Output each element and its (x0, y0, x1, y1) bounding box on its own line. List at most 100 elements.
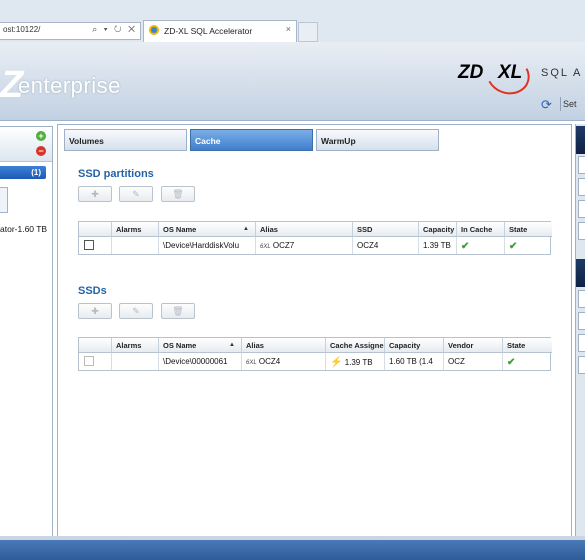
column-header-in-cache[interactable]: In Cache (457, 222, 505, 237)
right-panel-button[interactable] (578, 290, 585, 308)
ssd-edit-button[interactable]: ✎ (119, 303, 153, 319)
vendor-cell: OCZ (444, 353, 503, 370)
ssds-title: SSDs (78, 285, 107, 297)
logo-text: enterprise (18, 73, 121, 98)
capacity-cell: 1.39 TB (419, 237, 457, 254)
column-header-alias[interactable]: Alias (242, 338, 326, 353)
right-panel (575, 124, 585, 536)
column-header-os-name-label: OS Name (163, 225, 197, 234)
column-header-select[interactable] (79, 222, 112, 237)
capacity-cell: 1.60 TB (1.4 (385, 353, 444, 370)
column-header-capacity[interactable]: Capacity (419, 222, 457, 237)
ssds-table: Alarms OS Name ▲ Alias Cache Assigne Capa… (78, 337, 552, 371)
address-bar[interactable]: ost:10122/ ⌕ ▾ ↻ ✕ (0, 22, 141, 40)
delete-icon: 🗑 (172, 189, 184, 199)
right-panel-button[interactable] (578, 178, 585, 196)
column-header-ssd[interactable]: SSD (353, 222, 419, 237)
settings-link[interactable]: Set (563, 99, 577, 109)
column-header-state[interactable]: State (503, 338, 552, 353)
group-count: (1) (31, 168, 41, 177)
brand-product-name: SQL A (541, 67, 583, 79)
tab-cache-label: Cache (195, 136, 221, 146)
address-bar-icons[interactable]: ⌕ ▾ ↻ ✕ (92, 24, 137, 35)
alias-value: OCZ7 (272, 241, 295, 250)
add-icon: ✚ (91, 189, 99, 199)
alias-cell: 6XL OCZ4 (242, 353, 326, 370)
column-header-vendor[interactable]: Vendor (444, 338, 503, 353)
right-panel-button[interactable] (578, 222, 585, 240)
edit-icon: ✎ (132, 189, 140, 199)
header-divider (560, 97, 561, 111)
sort-ascending-icon: ▲ (229, 342, 235, 348)
right-panel-button[interactable] (578, 200, 585, 218)
partition-edit-button[interactable]: ✎ (119, 186, 153, 202)
row-checkbox[interactable] (84, 356, 94, 366)
column-header-alias[interactable]: Alias (256, 222, 353, 237)
browser-tab-title: ZD-XL SQL Accelerator (164, 26, 253, 36)
alias-cell: 6XL OCZ7 (256, 237, 353, 254)
new-tab-button[interactable] (298, 22, 318, 42)
accelerator-group-item[interactable]: (1) (0, 166, 46, 179)
delete-icon: 🗑 (172, 306, 184, 316)
tab-volumes[interactable]: Volumes (64, 129, 187, 151)
tab-volumes-label: Volumes (69, 136, 104, 146)
right-panel-button[interactable] (578, 334, 585, 352)
add-icon[interactable]: + (36, 131, 46, 141)
sort-ascending-icon: ▲ (243, 226, 249, 232)
partition-delete-button[interactable]: 🗑 (161, 186, 195, 202)
tab-cache[interactable]: Cache (190, 129, 313, 151)
brand-xl: XL (498, 62, 523, 83)
device-label[interactable]: ator-1.60 TB (0, 224, 47, 234)
bolt-icon: ⚡ (330, 357, 343, 368)
ssd-partitions-table: Alarms OS Name ▲ Alias SSD Capacity In Ca… (78, 221, 552, 255)
alias-value: OCZ4 (258, 357, 281, 366)
right-panel-button[interactable] (578, 312, 585, 330)
add-icon: ✚ (91, 306, 99, 316)
right-panel-header (576, 259, 585, 287)
column-header-capacity[interactable]: Capacity (385, 338, 444, 353)
app-header: Z enterprise ZD XL SQL A ⟳ Set (0, 42, 585, 121)
column-header-alarms[interactable]: Alarms (112, 222, 159, 237)
state-cell: ✔ (503, 353, 552, 370)
edit-icon: ✎ (132, 306, 140, 316)
os-name-cell: \Device\00000061 (159, 353, 242, 370)
right-panel-header (576, 126, 585, 154)
check-icon: ✔ (461, 241, 470, 252)
tab-warmup-label: WarmUp (321, 136, 356, 146)
column-header-os-name[interactable]: OS Name ▲ (159, 338, 242, 353)
cache-assigned-value: 1.39 TB (344, 358, 373, 367)
ssd-delete-button[interactable]: 🗑 (161, 303, 195, 319)
left-panel-header: + − (0, 127, 52, 162)
ie-icon (149, 25, 159, 35)
column-header-select[interactable] (79, 338, 112, 353)
row-select-cell[interactable] (79, 353, 112, 370)
device-icon[interactable] (0, 187, 8, 213)
partition-add-button[interactable]: ✚ (78, 186, 112, 202)
ssd-partitions-title: SSD partitions (78, 168, 154, 180)
right-panel-button[interactable] (578, 156, 585, 174)
column-header-alarms[interactable]: Alarms (112, 338, 159, 353)
row-select-cell[interactable] (79, 237, 112, 254)
ssd-device-icon: 6XL (260, 244, 271, 250)
row-checkbox[interactable] (84, 240, 94, 250)
alarms-cell (112, 237, 159, 254)
brand-zd: ZD (458, 62, 484, 83)
close-tab-icon[interactable]: × (286, 24, 291, 34)
column-header-state[interactable]: State (505, 222, 552, 237)
ssd-device-icon: 6XL (246, 360, 257, 366)
main-panel: Volumes Cache WarmUp SSD partitions ✚ ✎ … (57, 124, 572, 538)
column-header-cache-assigned[interactable]: Cache Assigne (326, 338, 385, 353)
refresh-icon[interactable]: ⟳ (541, 97, 552, 113)
state-cell: ✔ (505, 237, 552, 254)
check-icon: ✔ (509, 241, 518, 252)
tab-warmup[interactable]: WarmUp (316, 129, 439, 151)
ssd-add-button[interactable]: ✚ (78, 303, 112, 319)
right-panel-button[interactable] (578, 356, 585, 374)
column-header-os-name[interactable]: OS Name ▲ (159, 222, 256, 237)
remove-icon[interactable]: − (36, 146, 46, 156)
taskbar (0, 540, 585, 560)
left-panel: + − (1) ator-1.60 TB (0, 126, 53, 538)
cache-assigned-cell: ⚡ 1.39 TB (326, 353, 385, 370)
column-header-os-name-label: OS Name (163, 341, 197, 350)
browser-tab[interactable]: ZD-XL SQL Accelerator × (143, 20, 297, 43)
